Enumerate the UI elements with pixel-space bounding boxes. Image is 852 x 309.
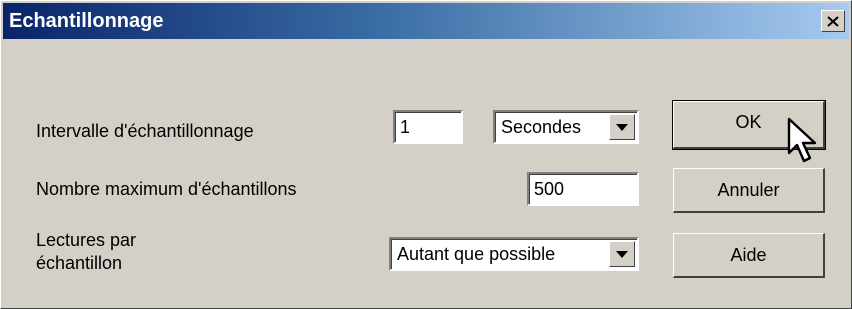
help-button-label: Aide — [730, 245, 767, 265]
title-bar[interactable]: Echantillonnage — [3, 3, 849, 39]
readings-select[interactable]: Autant que possible — [389, 237, 639, 271]
sampling-dialog: Echantillonnage Intervalle d'échantillon… — [0, 0, 852, 309]
max-samples-label: Nombre maximum d'échantillons — [36, 179, 297, 199]
close-icon — [827, 15, 839, 27]
cancel-button[interactable]: Annuler — [673, 168, 825, 213]
ok-button[interactable]: OK — [672, 100, 826, 150]
interval-input[interactable]: 1 — [393, 110, 463, 144]
interval-unit-select[interactable]: Secondes — [493, 110, 639, 144]
interval-label: Intervalle d'échantillonnage — [36, 121, 254, 141]
max-samples-input[interactable]: 500 — [527, 172, 639, 206]
ok-button-label: OK — [735, 112, 762, 132]
chevron-down-icon — [616, 123, 628, 131]
dialog-title: Echantillonnage — [9, 10, 164, 32]
cancel-button-label: Annuler — [717, 180, 780, 200]
help-button[interactable]: Aide — [673, 233, 825, 278]
interval-unit-dropdown-button[interactable] — [609, 114, 635, 140]
chevron-down-icon — [616, 250, 628, 258]
readings-dropdown-button[interactable] — [609, 241, 635, 267]
readings-label-line1: Lectures par — [36, 230, 137, 250]
readings-value: Autant que possible — [397, 244, 556, 264]
close-button[interactable] — [821, 10, 845, 32]
readings-label-line2: échantillon — [36, 253, 123, 273]
interval-unit-value: Secondes — [501, 117, 582, 137]
